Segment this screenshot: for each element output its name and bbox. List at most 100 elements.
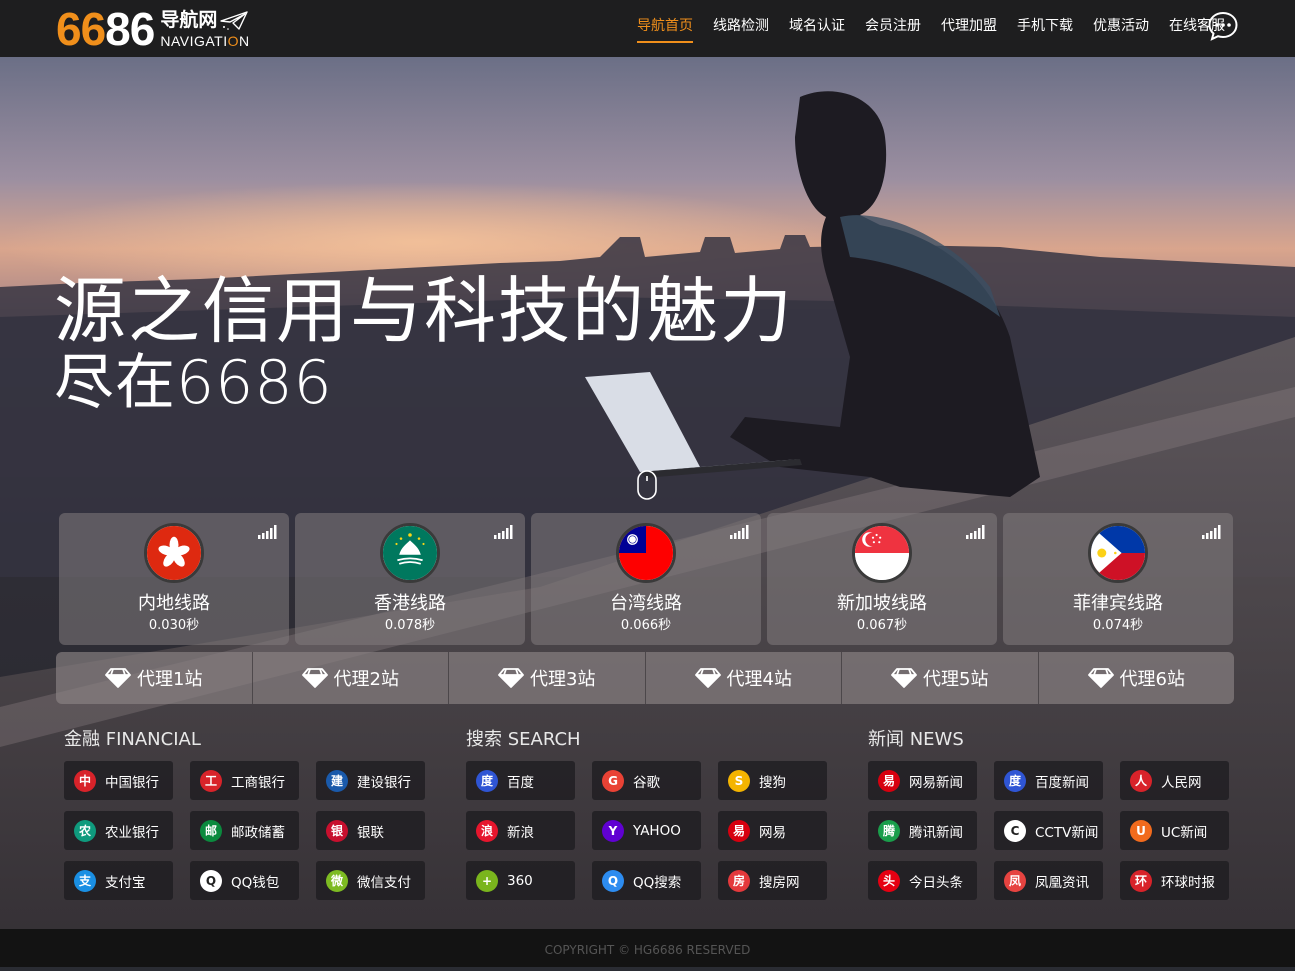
agent-site-label: 代理5站 [923, 669, 989, 690]
nav-item-home[interactable]: 导航首页 [637, 0, 693, 57]
link-netease[interactable]: 易网易 [718, 811, 827, 850]
link-ccb[interactable]: 建建设银行 [316, 761, 425, 800]
link-qq-search[interactable]: Q QQ搜索 [592, 861, 701, 900]
paper-plane-icon [220, 10, 249, 30]
agent-site-3[interactable]: 代理3站 [449, 652, 646, 704]
qq-wallet-icon: Q [200, 869, 222, 892]
route-name: 台湾线路 [610, 593, 682, 614]
link-baidu[interactable]: 度百度 [466, 761, 575, 800]
link-tencent-news[interactable]: 腾腾讯新闻 [868, 811, 977, 850]
signal-strength-icon [494, 525, 513, 539]
link-baidu-news[interactable]: 度百度新闻 [994, 761, 1103, 800]
top-header: 6686 导航网 NAVIGATION 导航首页 线路检测 域名认证 会员注册 … [0, 0, 1295, 57]
agent-site-label: 代理3站 [530, 669, 596, 690]
yahoo-icon: Y [602, 819, 624, 842]
link-label: 凤凰资讯 [1035, 874, 1089, 891]
route-card-philippines[interactable]: 菲律宾线路 0.074秒 [1003, 513, 1233, 645]
link-bank-of-china[interactable]: 中中国银行 [64, 761, 173, 800]
mouse-icon[interactable] [636, 469, 658, 501]
route-card-mainland[interactable]: 内地线路 0.030秒 [59, 513, 289, 645]
route-speed: 0.074秒 [1092, 618, 1144, 633]
link-label: 网易 [759, 824, 786, 841]
link-postal-savings[interactable]: 邮邮政储蓄 [190, 811, 299, 850]
agent-site-5[interactable]: 代理5站 [842, 652, 1039, 704]
link-label: 微信支付 [357, 874, 411, 891]
agent-site-bar: 代理1站 代理2站 代理3站 代理4站 代理5站 代理6站 [56, 652, 1234, 704]
signal-strength-icon [258, 525, 277, 539]
nav-item-register[interactable]: 会员注册 [865, 0, 921, 57]
financial-group: 金融 FINANCIAL 中中国银行工工商银行建建设银行农农业银行邮邮政储蓄银银… [56, 725, 425, 900]
agent-site-4[interactable]: 代理4站 [646, 652, 842, 704]
hong-kong-flag-icon [144, 523, 204, 583]
link-label: 新浪 [507, 824, 534, 841]
link-label: CCTV新闻 [1035, 824, 1099, 841]
macau-flag-icon [380, 523, 440, 583]
copyright-text: COPYRIGHT © HG6686 RESERVED [544, 943, 751, 957]
link-ifeng[interactable]: 凤凤凰资讯 [994, 861, 1103, 900]
route-cards: 内地线路 0.030秒 香港线路 0.078秒 台湾线路 0.066秒 新加坡线… [59, 513, 1233, 645]
nav-item-agent-join[interactable]: 代理加盟 [941, 0, 997, 57]
logo-number: 6686 [56, 3, 155, 55]
link-label: 支付宝 [105, 874, 146, 891]
link-360[interactable]: +360 [466, 861, 575, 900]
search-links: 度百度 G 谷歌 S 搜狗浪新浪 Y YAHOO 易网易 +360 Q QQ搜索 房搜房网 [466, 761, 827, 900]
link-label: QQ钱包 [231, 874, 280, 891]
agent-site-2[interactable]: 代理2站 [253, 652, 449, 704]
link-sina[interactable]: 浪新浪 [466, 811, 575, 850]
icbc-icon: 工 [200, 769, 222, 792]
agent-site-1[interactable]: 代理1站 [56, 652, 253, 704]
link-uc-news[interactable]: U UC新闻 [1120, 811, 1229, 850]
google-icon: G [602, 769, 624, 792]
route-card-singapore[interactable]: 新加坡线路 0.067秒 [767, 513, 997, 645]
financial-links: 中中国银行工工商银行建建设银行农农业银行邮邮政储蓄银银联支支付宝 Q QQ钱包 微微信… [64, 761, 425, 900]
signal-strength-icon [730, 525, 749, 539]
link-global-times[interactable]: 环环球时报 [1120, 861, 1229, 900]
signal-strength-icon [1202, 525, 1221, 539]
main-nav: 导航首页 线路检测 域名认证 会员注册 代理加盟 手机下载 优惠活动 在线客服 [637, 0, 1225, 57]
link-people-daily[interactable]: 人人民网 [1120, 761, 1229, 800]
news-links: 易网易新闻度百度新闻人人民网腾腾讯新闻 C CCTV新闻 U UC新闻头今日头条凤凤凰资… [868, 761, 1229, 900]
link-toutiao[interactable]: 头今日头条 [868, 861, 977, 900]
sogou-icon: S [728, 769, 750, 792]
taiwan-flag-icon [616, 523, 676, 583]
qq-search-icon: Q [602, 869, 624, 892]
link-label: 邮政储蓄 [231, 824, 285, 841]
link-icbc[interactable]: 工工商银行 [190, 761, 299, 800]
route-speed: 0.066秒 [620, 618, 672, 633]
agent-site-label: 代理1站 [137, 669, 203, 690]
link-label: 搜房网 [759, 874, 800, 891]
people-daily-icon: 人 [1130, 769, 1152, 792]
link-google[interactable]: G 谷歌 [592, 761, 701, 800]
link-label: 谷歌 [633, 774, 660, 791]
link-label: 人民网 [1161, 774, 1202, 791]
nav-item-promotions[interactable]: 优惠活动 [1093, 0, 1149, 57]
link-sogou[interactable]: S 搜狗 [718, 761, 827, 800]
site-logo[interactable]: 6686 导航网 NAVIGATION [56, 4, 250, 54]
link-alipay[interactable]: 支支付宝 [64, 861, 173, 900]
diamond-icon [891, 668, 917, 688]
route-card-taiwan[interactable]: 台湾线路 0.066秒 [531, 513, 761, 645]
bank-of-china-icon: 中 [74, 769, 96, 792]
signal-strength-icon [966, 525, 985, 539]
nav-item-domain-verify[interactable]: 域名认证 [789, 0, 845, 57]
toutiao-icon: 头 [878, 869, 900, 892]
link-qq-wallet[interactable]: Q QQ钱包 [190, 861, 299, 900]
agent-site-6[interactable]: 代理6站 [1039, 652, 1235, 704]
nav-item-line-check[interactable]: 线路检测 [713, 0, 769, 57]
diamond-icon [498, 668, 524, 688]
ifeng-icon: 凤 [1004, 869, 1026, 892]
ccb-icon: 建 [326, 769, 348, 792]
route-name: 新加坡线路 [837, 593, 927, 614]
link-soufun[interactable]: 房搜房网 [718, 861, 827, 900]
nav-item-app-download[interactable]: 手机下载 [1017, 0, 1073, 57]
link-cctv[interactable]: C CCTV新闻 [994, 811, 1103, 850]
link-wechat-pay[interactable]: 微微信支付 [316, 861, 425, 900]
route-card-hongkong[interactable]: 香港线路 0.078秒 [295, 513, 525, 645]
baidu-news-icon: 度 [1004, 769, 1026, 792]
link-netease-news[interactable]: 易网易新闻 [868, 761, 977, 800]
link-yahoo[interactable]: Y YAHOO [592, 811, 701, 850]
link-label: 搜狗 [759, 774, 786, 791]
link-unionpay[interactable]: 银银联 [316, 811, 425, 850]
link-abc[interactable]: 农农业银行 [64, 811, 173, 850]
chat-bubble-icon[interactable] [1207, 10, 1239, 42]
